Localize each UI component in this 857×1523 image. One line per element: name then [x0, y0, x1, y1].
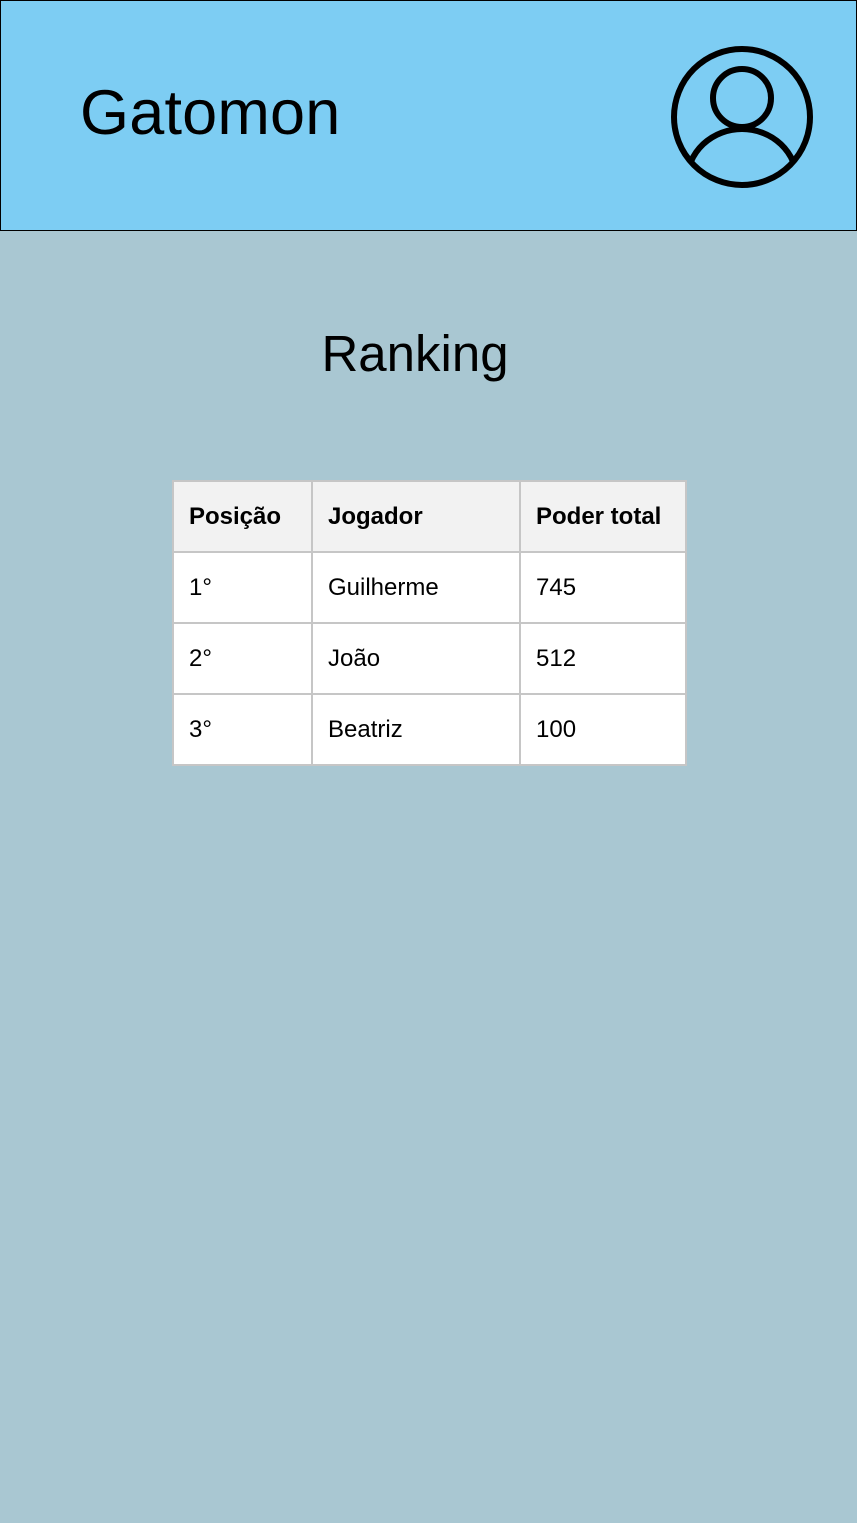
player-cell: João [311, 622, 521, 695]
table-row: 3° Beatriz 100 [172, 693, 687, 766]
table-header: Posição Jogador Poder total [172, 480, 687, 553]
position-cell: 1° [172, 551, 313, 624]
user-circle-icon[interactable] [668, 43, 816, 191]
app-header: Gatomon [0, 0, 857, 231]
position-cell: 2° [172, 622, 313, 695]
table-header-row: Posição Jogador Poder total [172, 480, 687, 553]
page-title: Ranking [321, 325, 509, 382]
total-power-cell: 745 [519, 551, 687, 624]
column-header-player: Jogador [311, 480, 521, 553]
ranking-table: Posição Jogador Poder total 1° Guilherme… [172, 480, 687, 766]
total-power-cell: 100 [519, 693, 687, 766]
player-cell: Guilherme [311, 551, 521, 624]
player-cell: Beatriz [311, 693, 521, 766]
table-row: 2° João 512 [172, 622, 687, 695]
table-row: 1° Guilherme 745 [172, 551, 687, 624]
position-cell: 3° [172, 693, 313, 766]
app-title: Gatomon [80, 78, 341, 148]
column-header-total-power: Poder total [519, 480, 687, 553]
column-header-position: Posição [172, 480, 313, 553]
table-body: 1° Guilherme 745 2° João 512 3° Beatriz … [172, 551, 687, 766]
total-power-cell: 512 [519, 622, 687, 695]
